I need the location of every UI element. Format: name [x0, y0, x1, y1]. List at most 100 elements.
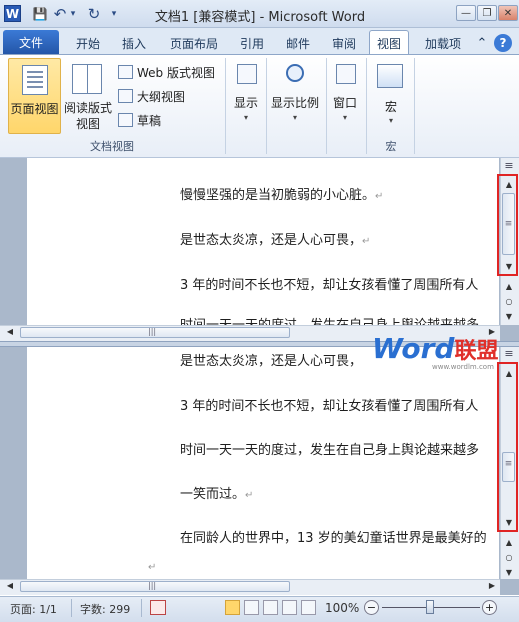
- scroll-down-icon[interactable]: ▼: [501, 515, 517, 529]
- show-button[interactable]: 显示 ▾: [229, 58, 263, 134]
- redo-icon[interactable]: ↻: [86, 5, 102, 23]
- hthumb-grip-icon: |||: [148, 581, 157, 590]
- group-label-doc-views: 文档视图: [90, 140, 134, 153]
- prev-page-icon[interactable]: ▲: [501, 279, 517, 293]
- tab-addins[interactable]: 加载项: [416, 32, 470, 54]
- web-layout-icon: [118, 65, 133, 79]
- zoom-slider-thumb[interactable]: [426, 600, 434, 614]
- doc-line[interactable]: 3 年的时间不长也不短，却让女孩看懂了周围所有人: [180, 274, 499, 293]
- show-dropdown-icon: ▾: [243, 113, 248, 122]
- print-layout-view-icon[interactable]: [225, 600, 240, 615]
- outline-button[interactable]: 大纲视图: [118, 87, 198, 105]
- thumb-grip-icon: ≡: [504, 219, 513, 229]
- outline-label: 大纲视图: [137, 90, 186, 104]
- doc-line[interactable]: 3 年的时间不长也不短，却让女孩看懂了周围所有人: [180, 395, 499, 414]
- page-count[interactable]: 页面: 1/1: [10, 601, 57, 617]
- status-separator: [141, 599, 142, 617]
- doc-line[interactable]: 一笑而过。↵: [180, 483, 253, 502]
- ribbon-separator: [414, 58, 415, 154]
- split-handle-icon[interactable]: ≡: [501, 159, 517, 173]
- window-icon: [336, 64, 356, 84]
- next-page-icon[interactable]: ▼: [501, 309, 517, 323]
- zoom-button[interactable]: 显示比例 ▾: [268, 58, 322, 134]
- draft-button[interactable]: 草稿: [118, 111, 178, 129]
- browse-object-icon[interactable]: ○: [501, 294, 517, 308]
- draft-icon: [118, 113, 133, 127]
- zoom-magnifier-icon: [286, 64, 304, 82]
- reading-view-icon[interactable]: [244, 600, 259, 615]
- show-icon: [237, 64, 257, 84]
- scroll-up-icon[interactable]: ▲: [501, 366, 517, 380]
- watermark-logo: Word联盟: [372, 332, 498, 365]
- zoom-in-button[interactable]: +: [482, 600, 497, 615]
- reading-layout-button[interactable]: 阅读版式 视图: [62, 58, 114, 134]
- web-view-icon[interactable]: [263, 600, 278, 615]
- zoom-label: 显示比例: [270, 96, 319, 110]
- restore-button[interactable]: ❐: [477, 5, 497, 21]
- scroll-down-icon[interactable]: ▼: [501, 259, 517, 273]
- status-bar: [0, 596, 519, 622]
- outline-icon: [118, 89, 133, 103]
- group-label-macro: 宏: [385, 140, 397, 153]
- proofing-icon[interactable]: [150, 600, 166, 615]
- undo-dropdown-icon[interactable]: ▾: [68, 5, 78, 23]
- scroll-right-icon[interactable]: ▶: [486, 581, 498, 593]
- ribbon-separator: [225, 58, 226, 154]
- web-layout-button[interactable]: Web 版式视图: [118, 63, 226, 81]
- prev-page-icon[interactable]: ▲: [501, 535, 517, 549]
- customize-qat-icon[interactable]: ▾: [108, 5, 120, 23]
- scroll-up-icon[interactable]: ▲: [501, 177, 517, 191]
- minimize-button[interactable]: —: [456, 5, 476, 21]
- word-count[interactable]: 字数: 299: [80, 601, 130, 617]
- reading-layout-label-2: 视图: [75, 117, 100, 131]
- draft-view-icon[interactable]: [301, 600, 316, 615]
- watermark-cn: 联盟: [454, 339, 499, 364]
- window-label: 窗口: [332, 96, 357, 110]
- print-layout-button[interactable]: 页面视图: [8, 58, 61, 134]
- thumb-grip-icon: ≡: [504, 459, 513, 469]
- watermark-word: Word: [372, 332, 455, 365]
- window-button[interactable]: 窗口 ▾: [328, 58, 362, 134]
- doc-line[interactable]: 在同龄人的世界中，13 岁的美幻童话世界是最美好的: [180, 527, 499, 546]
- minimize-ribbon-icon[interactable]: ⌃: [474, 32, 490, 54]
- tab-review[interactable]: 审阅: [324, 32, 364, 54]
- tab-view[interactable]: 视图: [369, 30, 409, 55]
- save-icon[interactable]: 💾: [31, 5, 49, 23]
- status-separator: [71, 599, 72, 617]
- scroll-left-icon[interactable]: ◀: [4, 581, 16, 593]
- macro-button[interactable]: 宏 ▾: [373, 64, 409, 134]
- zoom-out-button[interactable]: −: [364, 600, 379, 615]
- tab-insert[interactable]: 插入: [114, 32, 154, 54]
- window-dropdown-icon: ▾: [342, 113, 347, 122]
- help-icon[interactable]: ?: [494, 34, 512, 52]
- ribbon-separator: [266, 58, 267, 154]
- tab-home[interactable]: 开始: [68, 32, 108, 54]
- outline-view-icon[interactable]: [282, 600, 297, 615]
- word-logo-icon[interactable]: W: [4, 5, 21, 22]
- print-layout-icon: [22, 65, 48, 95]
- scrollbar-highlight-box: [497, 362, 518, 532]
- browse-object-icon[interactable]: ○: [501, 550, 517, 564]
- watermark-url: www.wordlm.com: [432, 363, 494, 371]
- tab-mailings[interactable]: 邮件: [278, 32, 318, 54]
- doc-line[interactable]: 时间一天一天的度过，发生在自己身上舆论越来越多: [180, 314, 499, 325]
- macro-label: 宏: [384, 100, 397, 114]
- web-layout-label: Web 版式视图: [137, 66, 215, 80]
- macro-dropdown-icon: ▾: [388, 116, 393, 125]
- doc-line[interactable]: 是世态太炎凉，还是人心可畏，↵: [180, 229, 370, 248]
- paragraph-mark-icon: ↵: [148, 562, 157, 573]
- doc-line[interactable]: 时间一天一天的度过，发生在自己身上舆论越来越多: [180, 439, 499, 458]
- split-handle-icon[interactable]: ≡: [501, 347, 517, 361]
- undo-icon[interactable]: ↶: [52, 5, 68, 23]
- zoom-level[interactable]: 100%: [325, 601, 359, 615]
- show-label: 显示: [233, 96, 258, 110]
- zoom-dropdown-icon: ▾: [292, 113, 297, 122]
- tab-page-layout[interactable]: 页面布局: [162, 32, 226, 54]
- close-button[interactable]: ✕: [498, 5, 518, 21]
- tab-file[interactable]: 文件: [3, 30, 59, 54]
- tab-references[interactable]: 引用: [232, 32, 272, 54]
- scroll-left-icon[interactable]: ◀: [4, 327, 16, 339]
- doc-line[interactable]: 慢慢坚强的是当初脆弱的小心脏。↵: [180, 184, 383, 203]
- next-page-icon[interactable]: ▼: [501, 565, 517, 579]
- draft-label: 草稿: [137, 114, 162, 128]
